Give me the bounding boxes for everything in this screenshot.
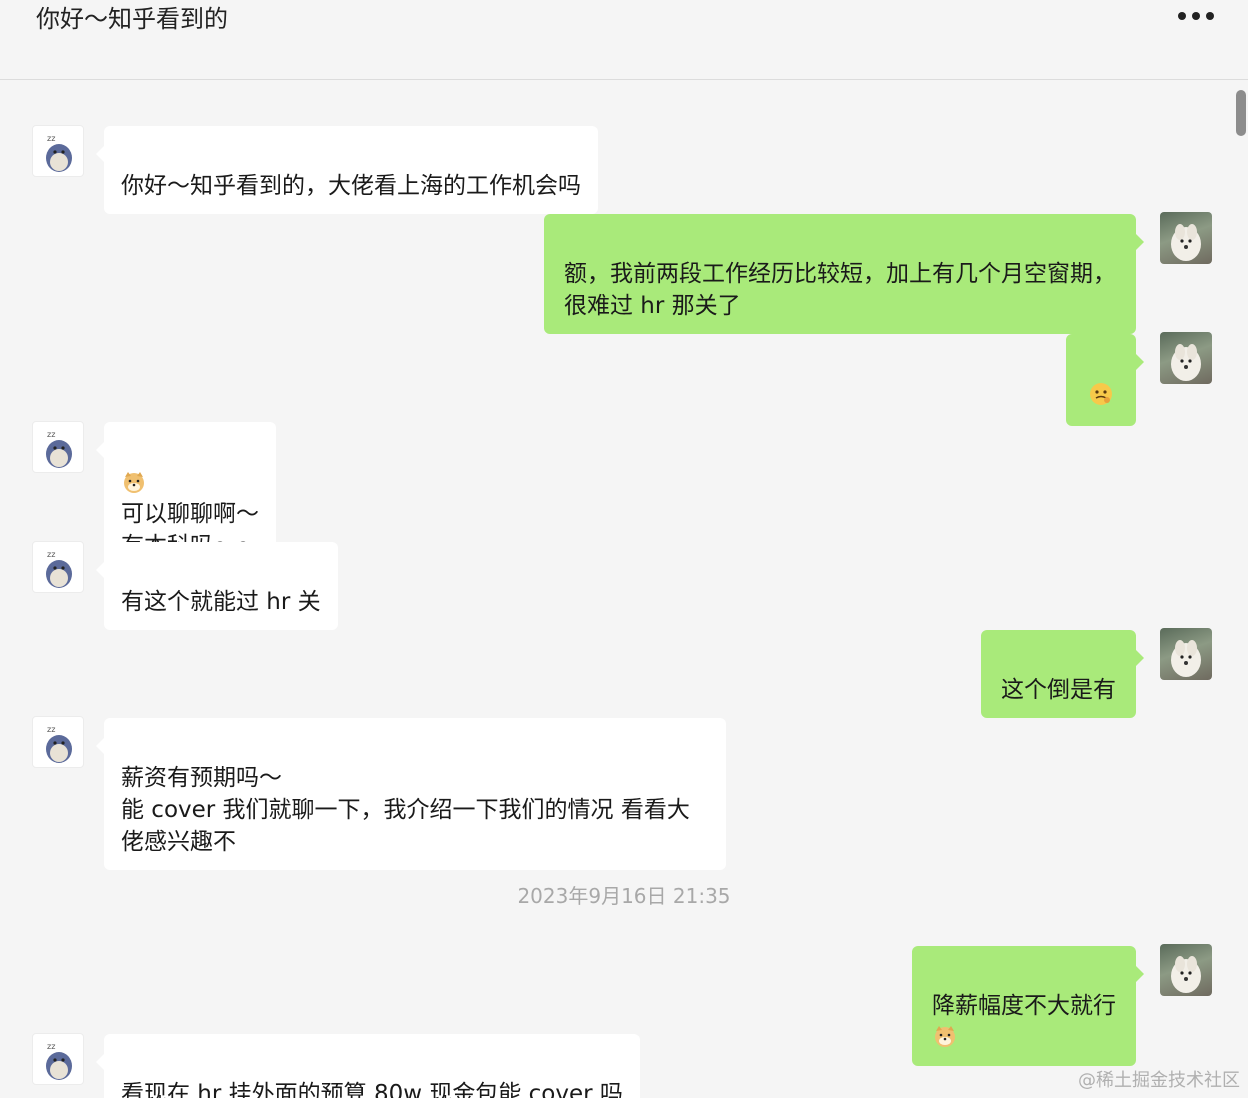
- message-bubble[interactable]: 你好～知乎看到的，大佬看上海的工作机会吗: [96, 126, 598, 214]
- message-text: 有这个就能过 hr 关: [121, 589, 321, 615]
- puppy-photo-icon: [1171, 224, 1201, 261]
- cartoon-character-icon: zz: [46, 1042, 72, 1080]
- self-avatar[interactable]: [1160, 332, 1212, 384]
- message-text: 额，我前两段工作经历比较短，加上有几个月空窗期， 很难过 hr 那关了: [564, 261, 1116, 319]
- doge-emoji-icon: [124, 472, 144, 493]
- cartoon-character-icon: zz: [46, 430, 72, 468]
- contact-avatar[interactable]: zz: [32, 716, 84, 768]
- message-text: 你好～知乎看到的，大佬看上海的工作机会吗: [121, 173, 581, 199]
- message-bubble[interactable]: [1066, 334, 1144, 426]
- message-bubble[interactable]: 薪资有预期吗～ 能 cover 我们就聊一下，我介绍一下我们的情况 看看大 佬感…: [96, 718, 726, 870]
- message-bubble[interactable]: 这个倒是有: [981, 630, 1144, 718]
- chat-timestamp: 2023年9月16日 21:35: [517, 884, 731, 908]
- puppy-photo-icon: [1171, 344, 1201, 381]
- contact-avatar[interactable]: zz: [32, 125, 84, 177]
- svg-text:zz: zz: [47, 430, 55, 439]
- contact-avatar[interactable]: zz: [32, 1033, 84, 1085]
- message-bubble[interactable]: 有这个就能过 hr 关: [96, 542, 338, 630]
- svg-text:zz: zz: [47, 725, 55, 734]
- scrollbar-thumb[interactable]: [1236, 90, 1246, 136]
- cartoon-character-icon: zz: [46, 725, 72, 763]
- puppy-photo-icon: [1171, 956, 1201, 993]
- dot: [1178, 12, 1186, 20]
- message-text: 看现在 hr 挂外面的预算 80w 现金包能 cover 吗: [121, 1081, 623, 1098]
- svg-text:zz: zz: [47, 134, 55, 143]
- puppy-photo-icon: [1171, 640, 1201, 677]
- chat-header: 你好～知乎看到的: [0, 0, 1248, 80]
- message-bubble[interactable]: 降薪幅度不大就行: [912, 946, 1144, 1066]
- message-text: 这个倒是有: [1001, 677, 1116, 703]
- self-avatar[interactable]: [1160, 944, 1212, 996]
- svg-text:zz: zz: [47, 550, 55, 559]
- message-bubble[interactable]: 额，我前两段工作经历比较短，加上有几个月空窗期， 很难过 hr 那关了: [544, 214, 1144, 334]
- self-avatar[interactable]: [1160, 212, 1212, 264]
- message-text: 薪资有预期吗～ 能 cover 我们就聊一下，我介绍一下我们的情况 看看大 佬感…: [121, 765, 690, 855]
- chat-title: 你好～知乎看到的: [36, 5, 228, 33]
- contact-avatar[interactable]: zz: [32, 541, 84, 593]
- contact-avatar[interactable]: zz: [32, 421, 84, 473]
- message-text: 降薪幅度不大就行: [932, 993, 1116, 1019]
- watermark: @稀土掘金技术社区: [1078, 1070, 1240, 1091]
- cartoon-character-icon: zz: [46, 550, 72, 588]
- cartoon-character-icon: zz: [46, 134, 72, 172]
- dot: [1206, 12, 1214, 20]
- svg-text:zz: zz: [47, 1042, 55, 1051]
- message-bubble[interactable]: 看现在 hr 挂外面的预算 80w 现金包能 cover 吗: [96, 1034, 640, 1098]
- more-dots-icon[interactable]: [1174, 8, 1218, 24]
- self-avatar[interactable]: [1160, 628, 1212, 680]
- thinking-face-emoji-icon: [1090, 383, 1112, 405]
- dot: [1192, 12, 1200, 20]
- doge-emoji-icon: [935, 1026, 955, 1047]
